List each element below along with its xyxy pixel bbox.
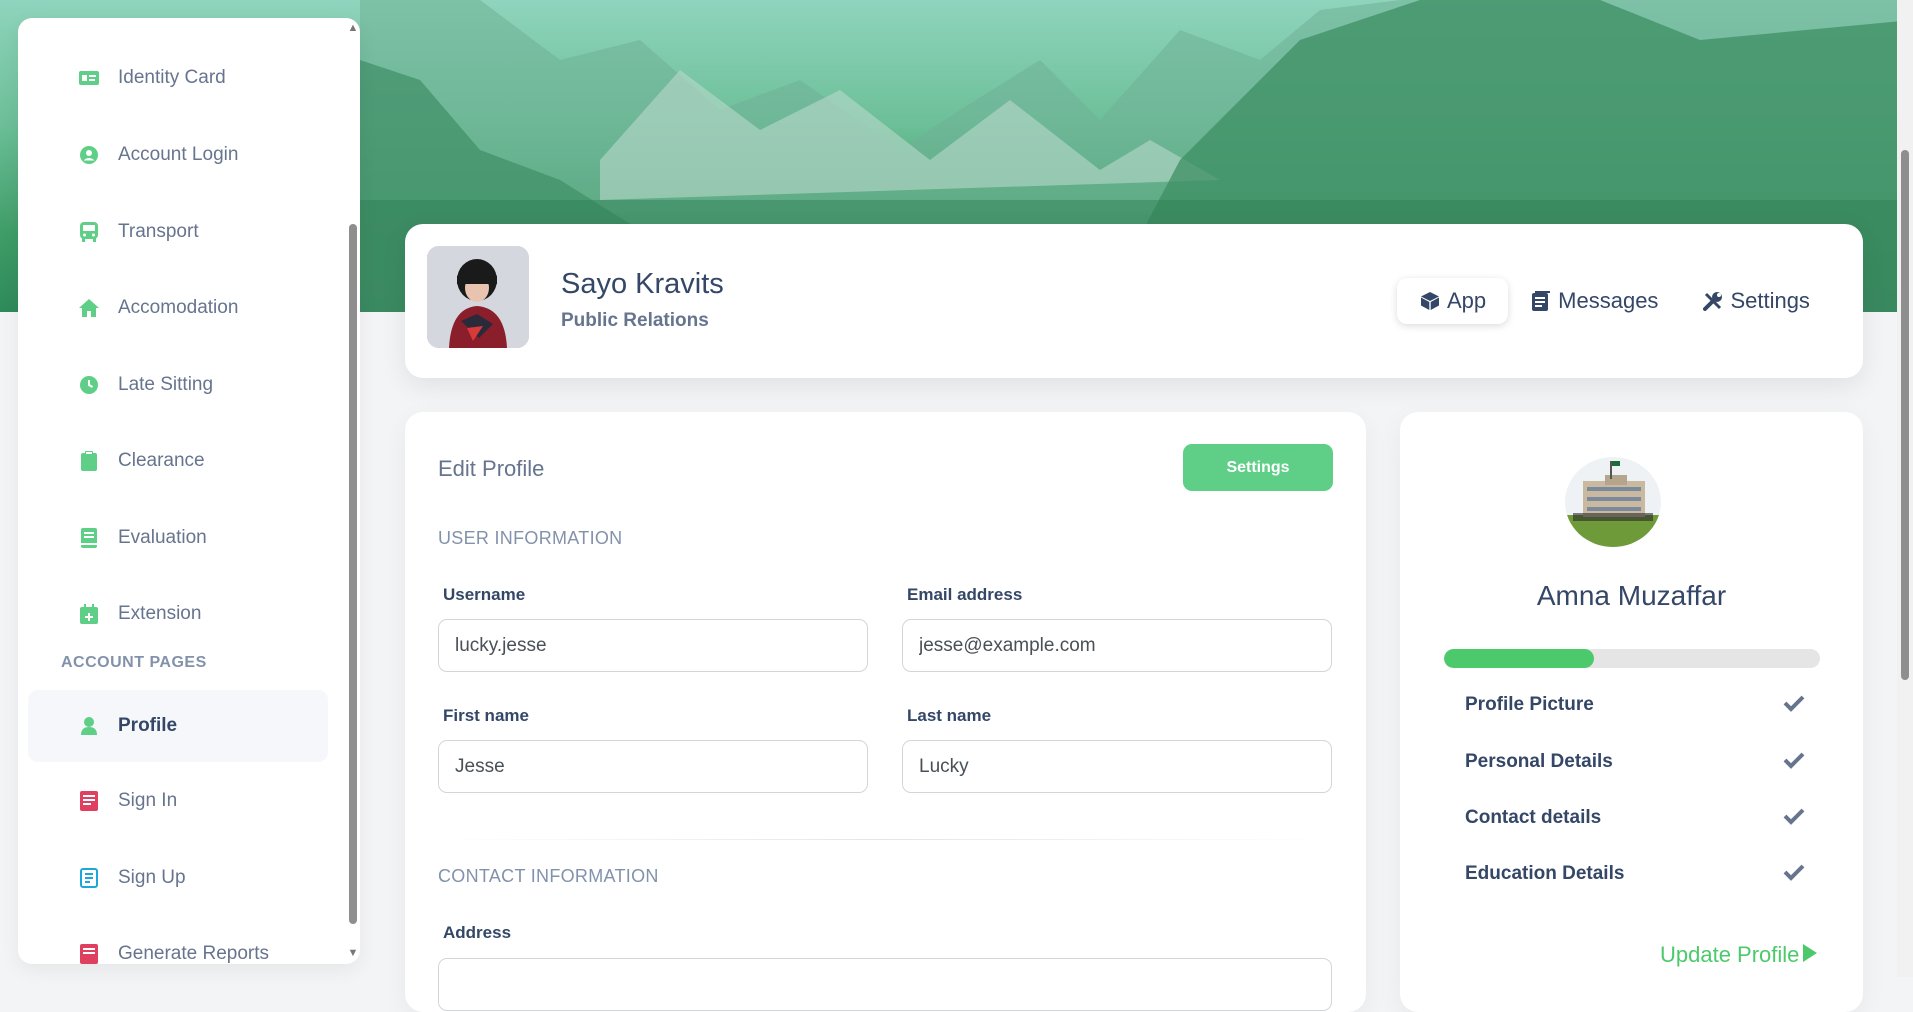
tab-messages[interactable]: Messages (1508, 278, 1680, 324)
checklist-item: Contact details (1465, 803, 1805, 833)
checklist-item: Personal Details (1465, 747, 1805, 777)
sidebar-item-clearance[interactable]: Clearance (28, 425, 328, 497)
sidebar-item-sign-up[interactable]: Sign Up (28, 842, 328, 914)
campus-image (1565, 457, 1661, 547)
sidebar-scroll-up-arrow[interactable]: ▲ (346, 21, 360, 35)
user-information-heading: USER INFORMATION (438, 528, 623, 548)
checklist-item-label: Personal Details (1465, 751, 1613, 772)
home-icon (78, 297, 100, 319)
section-label-account-pages: ACCOUNT PAGES (61, 654, 207, 671)
section-divider (438, 839, 1332, 840)
sidebar-item-label: Clearance (118, 450, 205, 471)
sidebar-item-label: Generate Reports (118, 943, 270, 964)
address-label: Address (443, 923, 512, 942)
update-profile-label: Update Profile (1660, 942, 1800, 967)
sidebar-item-sign-in[interactable]: Sign In (28, 765, 328, 837)
bus-icon (78, 221, 100, 243)
settings-button[interactable]: Settings (1183, 444, 1333, 491)
sidebar-item-label: Sign Up (118, 867, 186, 888)
sidebar-item-label: Account Login (118, 144, 239, 165)
profile-completion-card: Amna Muzaffar Profile Picture Personal D… (1400, 412, 1863, 1012)
sidebar-scrollbar-thumb[interactable] (349, 224, 357, 924)
check-icon (1783, 751, 1805, 774)
last-name-input[interactable] (902, 740, 1332, 793)
first-name-input[interactable] (438, 740, 868, 793)
document-icon (78, 790, 100, 812)
edit-profile-card: Edit Profile Settings USER INFORMATION U… (405, 412, 1366, 1012)
check-icon (1783, 694, 1805, 717)
check-icon (1783, 807, 1805, 830)
email-input[interactable] (902, 619, 1332, 672)
sidebar-item-evaluation[interactable]: Evaluation (28, 502, 328, 574)
calendar-plus-icon (78, 603, 100, 625)
user-circle-icon (78, 144, 100, 166)
sidebar-scroll-down-arrow[interactable]: ▼ (346, 946, 360, 960)
sidebar-item-label: Transport (118, 221, 199, 242)
last-name-label: Last name (907, 706, 992, 725)
id-card-icon (78, 67, 100, 89)
checklist-item-label: Education Details (1465, 863, 1625, 884)
edit-profile-title: Edit Profile (438, 456, 545, 481)
wrench-icon (1702, 290, 1724, 312)
sidebar-item-profile[interactable]: Profile (28, 690, 328, 762)
username-input[interactable] (438, 619, 868, 672)
check-icon (1783, 863, 1805, 886)
cube-icon (1419, 290, 1441, 312)
profile-progress-fill (1444, 649, 1595, 668)
page-scrollbar-thumb[interactable] (1901, 150, 1909, 680)
sidebar-item-label: Late Sitting (118, 374, 214, 395)
checklist-item: Profile Picture (1465, 690, 1805, 720)
sidebar-item-label: Profile (118, 715, 178, 736)
update-profile-link[interactable]: Update Profile (1660, 942, 1818, 968)
tab-app[interactable]: App (1397, 278, 1509, 324)
sidebar-item-late-sitting[interactable]: Late Sitting (28, 349, 328, 421)
address-input[interactable] (438, 958, 1332, 1011)
sidebar-item-label: Extension (118, 603, 202, 624)
completion-user-name: Amna Muzaffar (1536, 580, 1727, 611)
sidebar-item-label: Identity Card (118, 67, 226, 88)
signup-icon (78, 867, 100, 889)
book-icon (78, 527, 100, 549)
username-label: Username (443, 585, 526, 604)
tab-label: Messages (1558, 288, 1659, 313)
profile-tabs: App Messages Settings (1397, 278, 1832, 326)
profile-progress-bar (1444, 649, 1820, 668)
sidebar-item-identity-card[interactable]: Identity Card (28, 42, 328, 114)
sidebar-item-extension[interactable]: Extension (28, 578, 328, 650)
contact-information-heading: CONTACT INFORMATION (438, 866, 659, 886)
checklist-item: Education Details (1465, 859, 1805, 889)
sidebar-item-transport[interactable]: Transport (28, 196, 328, 268)
profile-name: Sayo Kravits (561, 268, 724, 300)
sidebar: Identity Card Account Login Transport Ac… (18, 18, 360, 964)
sidebar-item-label: Accomodation (118, 297, 239, 318)
play-arrow-icon (1803, 942, 1818, 968)
clock-icon (78, 374, 100, 396)
clipboard-icon (78, 450, 100, 472)
tab-settings[interactable]: Settings (1680, 278, 1832, 324)
sidebar-item-label: Sign In (118, 790, 178, 811)
tab-label: Settings (1730, 288, 1810, 313)
checklist-item-label: Profile Picture (1465, 694, 1594, 715)
sidebar-item-label: Evaluation (118, 527, 207, 548)
profile-role: Public Relations (561, 310, 709, 331)
report-icon (78, 943, 100, 964)
checklist-item-label: Contact details (1465, 807, 1602, 828)
sidebar-item-account-login[interactable]: Account Login (28, 119, 328, 191)
sidebar-item-accomodation[interactable]: Accomodation (28, 272, 328, 344)
tab-label: App (1447, 288, 1487, 313)
avatar (427, 246, 529, 348)
sidebar-item-generate-reports[interactable]: Generate Reports (28, 918, 328, 964)
email-label: Email address (907, 585, 1023, 604)
messages-icon (1530, 290, 1552, 312)
first-name-label: First name (443, 706, 529, 725)
user-icon (78, 715, 100, 737)
profile-header-card: Sayo Kravits Public Relations App Messag… (405, 224, 1863, 378)
